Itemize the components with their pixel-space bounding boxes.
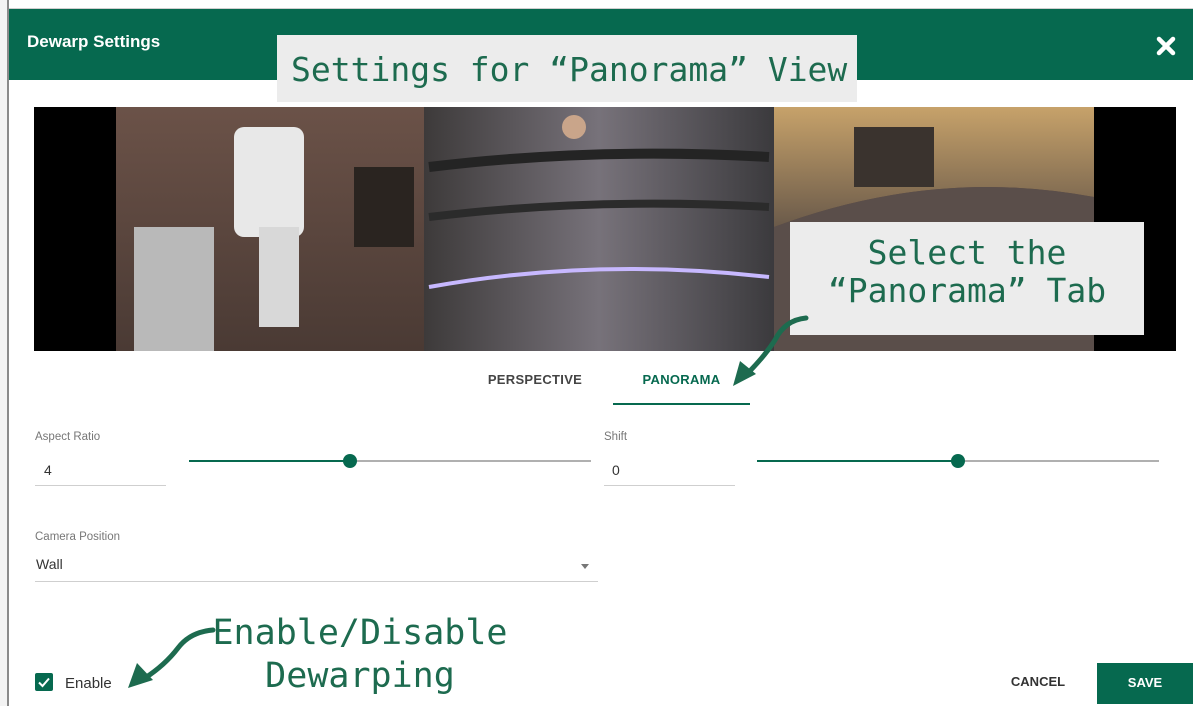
enable-label: Enable [65,675,112,692]
camera-position-label: Camera Position [35,531,121,543]
camera-position-underline [35,581,598,582]
aspect-ratio-slider[interactable] [189,454,591,468]
enable-annotation-line1: Enable/Disable [212,613,508,653]
annotation-arrows [128,315,809,688]
chevron-down-icon[interactable] [581,564,589,569]
shift-input[interactable]: 0 [612,462,620,478]
save-button[interactable]: SAVE [1097,663,1193,704]
aspect-ratio-slider-thumb[interactable] [342,454,357,468]
shift-underline [604,485,735,486]
cancel-button[interactable]: CANCEL [1003,674,1073,692]
enable-checkbox[interactable] [35,673,53,691]
tab-arrow [742,315,809,379]
camera-position-select[interactable]: Wall [36,556,63,572]
enable-arrow [142,627,216,681]
enable-annotation-line2: Dewarping [265,655,455,696]
shift-slider[interactable] [757,454,1159,468]
aspect-ratio-label: Aspect Ratio [35,431,101,443]
shift-slider-fill [757,460,958,462]
shift-label: Shift [604,431,628,443]
aspect-ratio-underline [35,485,166,486]
enable-annotation: Enable/Disable Dewarping [210,612,510,697]
aspect-ratio-input[interactable]: 4 [44,462,52,478]
shift-slider-thumb[interactable] [951,454,965,468]
aspect-ratio-slider-fill [189,460,350,462]
checkmark-icon [38,677,50,688]
